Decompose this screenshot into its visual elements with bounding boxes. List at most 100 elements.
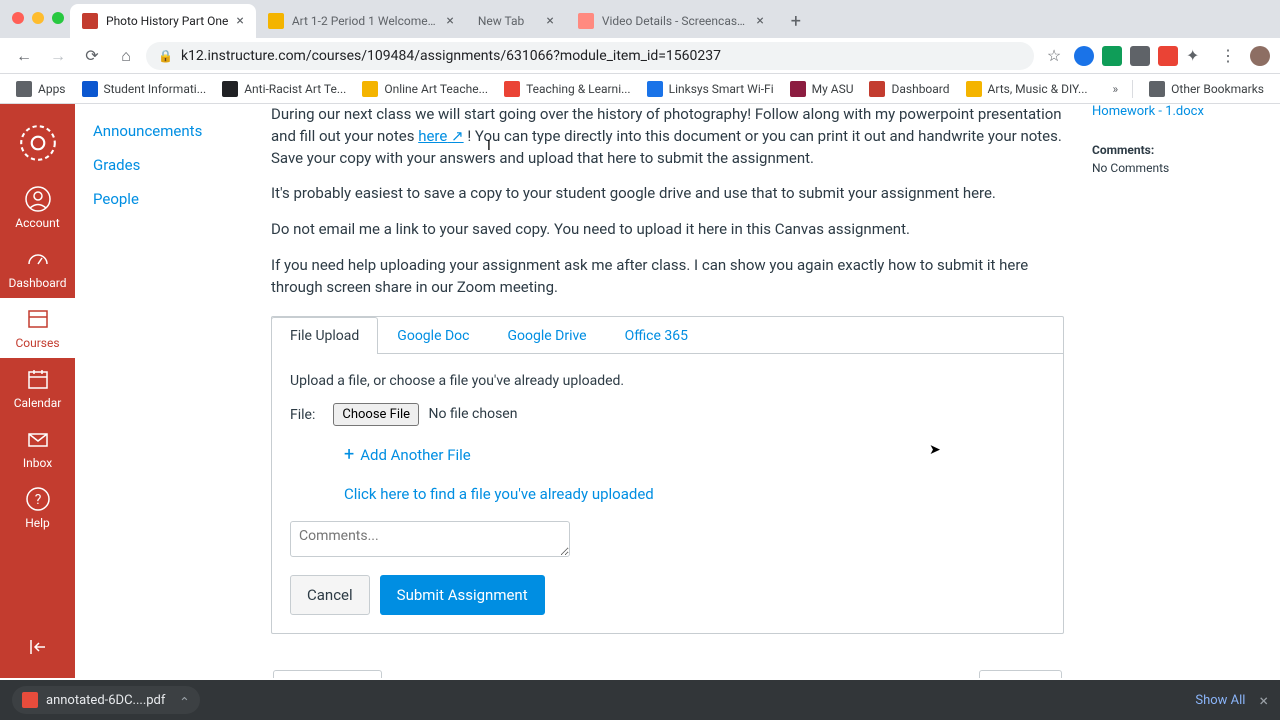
- nav-label: Account: [15, 216, 59, 230]
- nav-label: Courses: [15, 336, 59, 350]
- bookmark-item[interactable]: Arts, Music & DIY...: [960, 77, 1094, 101]
- tab-file-upload[interactable]: File Upload: [271, 317, 378, 354]
- tab-title: Photo History Part One: [106, 14, 228, 28]
- nav-calendar[interactable]: Calendar: [0, 358, 75, 418]
- new-tab-button[interactable]: +: [782, 7, 810, 35]
- bookmark-label: Anti-Racist Art Te...: [244, 82, 346, 96]
- assignment-sidebar: Homework - 1.docx Comments: No Comments: [1080, 104, 1280, 678]
- comments-input[interactable]: [290, 521, 570, 557]
- add-another-file-link[interactable]: + Add Another File: [344, 444, 1045, 465]
- extension-icon[interactable]: [1130, 46, 1150, 66]
- close-tab-icon[interactable]: ×: [756, 13, 763, 29]
- nav-dashboard[interactable]: Dashboard: [0, 238, 75, 298]
- bookmark-item[interactable]: Teaching & Learni...: [498, 77, 637, 101]
- apps-icon: [16, 81, 32, 97]
- bookmarks-overflow-icon[interactable]: »: [1109, 82, 1123, 96]
- svg-text:?: ?: [34, 492, 41, 508]
- bookmark-item[interactable]: Online Art Teache...: [356, 77, 494, 101]
- collapse-nav-button[interactable]: [0, 634, 75, 660]
- course-nav-people[interactable]: People: [93, 182, 237, 216]
- course-nav-announcements[interactable]: Announcements: [93, 114, 237, 148]
- comments-label: Comments:: [1092, 143, 1268, 157]
- assignment-description: If you need help uploading your assignme…: [271, 255, 1064, 299]
- star-icon[interactable]: ☆: [1040, 42, 1068, 70]
- plus-icon: +: [344, 444, 354, 465]
- attachment-link[interactable]: Homework - 1.docx: [1092, 104, 1268, 119]
- download-item[interactable]: annotated-6DC....pdf ⌄: [12, 686, 200, 714]
- tab-google-drive[interactable]: Google Drive: [488, 317, 605, 354]
- nav-account[interactable]: Account: [0, 178, 75, 238]
- comments-value: No Comments: [1092, 161, 1268, 175]
- menu-icon[interactable]: ⋮: [1214, 42, 1242, 70]
- nav-label: Inbox: [23, 456, 52, 470]
- browser-tab[interactable]: New Tab ×: [466, 4, 566, 38]
- bookmarks-bar: Apps Student Informati... Anti-Racist Ar…: [0, 74, 1280, 104]
- other-bookmarks-button[interactable]: Other Bookmarks: [1143, 77, 1270, 101]
- bookmark-item[interactable]: Linksys Smart Wi-Fi: [641, 77, 780, 101]
- close-tab-icon[interactable]: ×: [546, 13, 553, 29]
- notes-link[interactable]: here ↗: [418, 127, 463, 145]
- external-link-icon: ↗: [451, 127, 464, 145]
- close-download-shelf-icon[interactable]: ×: [1259, 691, 1268, 710]
- bookmark-label: Apps: [38, 82, 66, 96]
- extension-icon[interactable]: [1074, 46, 1094, 66]
- browser-tab[interactable]: Photo History Part One ×: [70, 4, 256, 38]
- reload-button[interactable]: ⟳: [78, 42, 106, 70]
- bookmark-favicon: [222, 81, 238, 97]
- collapse-icon: [25, 634, 51, 660]
- tab-office-365[interactable]: Office 365: [606, 317, 707, 354]
- maximize-window-button[interactable]: [52, 12, 64, 24]
- previous-button[interactable]: ◀Previous: [273, 670, 382, 678]
- bookmark-item[interactable]: Dashboard: [863, 77, 955, 101]
- tab-title: New Tab: [478, 14, 539, 28]
- next-button[interactable]: Next▶: [979, 670, 1062, 678]
- back-button[interactable]: ←: [10, 42, 38, 70]
- browser-tab-bar: Photo History Part One × Art 1-2 Period …: [0, 0, 1280, 38]
- submit-assignment-button[interactable]: Submit Assignment: [380, 575, 545, 615]
- nav-courses[interactable]: Courses: [0, 298, 75, 358]
- close-window-button[interactable]: [12, 12, 24, 24]
- show-all-downloads-link[interactable]: Show All: [1195, 693, 1245, 708]
- tab-title: Art 1-2 Period 1 Welcome Slid: [292, 14, 439, 28]
- browser-tab[interactable]: Art 1-2 Period 1 Welcome Slid ×: [256, 4, 466, 38]
- download-filename: annotated-6DC....pdf: [46, 693, 165, 708]
- tab-google-doc[interactable]: Google Doc: [378, 317, 488, 354]
- url-input[interactable]: 🔒 k12.instructure.com/courses/109484/ass…: [146, 42, 1034, 70]
- apps-button[interactable]: Apps: [10, 77, 72, 101]
- page-content: Account Dashboard Courses Calendar Inbox…: [0, 104, 1280, 678]
- extension-icon[interactable]: [1158, 46, 1178, 66]
- assignment-content: During our next class we will start goin…: [255, 104, 1080, 678]
- find-uploaded-file-link[interactable]: Click here to find a file you've already…: [344, 485, 1045, 503]
- nav-help[interactable]: ? Help: [0, 478, 75, 538]
- bookmark-item[interactable]: Student Informati...: [76, 77, 213, 101]
- bookmark-favicon: [504, 81, 520, 97]
- bookmark-item[interactable]: Anti-Racist Art Te...: [216, 77, 352, 101]
- canvas-logo[interactable]: [17, 122, 59, 164]
- home-button[interactable]: ⌂: [112, 42, 140, 70]
- minimize-window-button[interactable]: [32, 12, 44, 24]
- nav-inbox[interactable]: Inbox: [0, 418, 75, 478]
- course-nav-grades[interactable]: Grades: [93, 148, 237, 182]
- cancel-button[interactable]: Cancel: [290, 575, 370, 615]
- close-tab-icon[interactable]: ×: [446, 13, 453, 29]
- bookmark-label: My ASU: [812, 82, 854, 96]
- browser-tab[interactable]: Video Details - Screencastify ×: [566, 4, 776, 38]
- puzzle-icon[interactable]: ✦: [1186, 46, 1206, 66]
- bookmark-favicon: [869, 81, 885, 97]
- folder-icon: [1149, 81, 1165, 97]
- file-label: File:: [290, 407, 315, 423]
- inbox-icon: [25, 426, 51, 452]
- chevron-up-icon[interactable]: ⌄: [179, 693, 190, 708]
- close-tab-icon[interactable]: ×: [236, 13, 243, 29]
- lock-icon: 🔒: [158, 49, 173, 63]
- tab-title: Video Details - Screencastify: [602, 14, 749, 28]
- bookmark-label: Linksys Smart Wi-Fi: [669, 82, 774, 96]
- bookmark-label: Teaching & Learni...: [526, 82, 631, 96]
- choose-file-button[interactable]: Choose File: [333, 403, 419, 426]
- forward-button[interactable]: →: [44, 42, 72, 70]
- profile-avatar[interactable]: [1250, 46, 1270, 66]
- bookmark-item[interactable]: My ASU: [784, 77, 860, 101]
- bookmark-label: Other Bookmarks: [1171, 82, 1264, 96]
- extension-icon[interactable]: [1102, 46, 1122, 66]
- pdf-icon: [22, 692, 38, 708]
